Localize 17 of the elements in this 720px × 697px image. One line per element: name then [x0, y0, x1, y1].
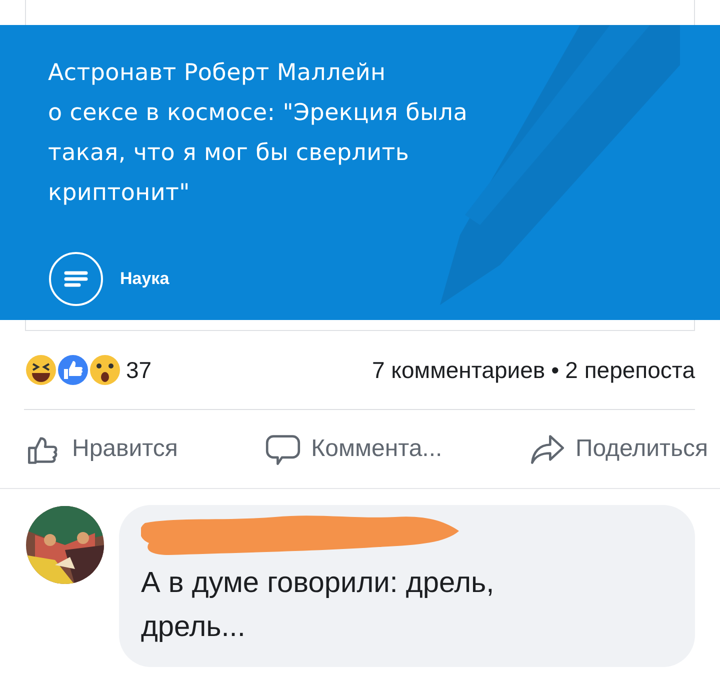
link-preview[interactable]: Астронавт Роберт Маллейн о сексе в космосе: "Эрекция была такая, что я мог бы сверлить криптонит" Наука — [0, 25, 720, 320]
category-label: Наука — [120, 269, 170, 289]
comment-button[interactable]: Коммента... — [265, 428, 442, 470]
surprised-emoji-icon — [88, 353, 122, 387]
speech-bubble-icon — [265, 432, 302, 466]
share-button[interactable]: Поделиться — [529, 428, 708, 470]
headline: Астронавт Роберт Маллейн о сексе в космосе: "Эрекция была такая, что я мог бы сверлить криптонит" — [48, 59, 468, 208]
comment-text: А в думе говорили: дрель, дрель... — [141, 566, 496, 645]
comment-count-link[interactable]: 7 комментариев — [372, 356, 546, 384]
share-arrow-icon — [529, 432, 566, 466]
menu-circle-icon — [48, 251, 104, 307]
reaction-count[interactable]: 37 — [126, 356, 152, 384]
laughing-emoji-icon — [24, 353, 58, 387]
share-count-link[interactable]: 2 перепоста — [565, 356, 695, 384]
like-button[interactable]: Нравится — [26, 428, 178, 470]
thumbs-up-icon — [56, 353, 90, 387]
separator-dot: • — [551, 356, 560, 384]
